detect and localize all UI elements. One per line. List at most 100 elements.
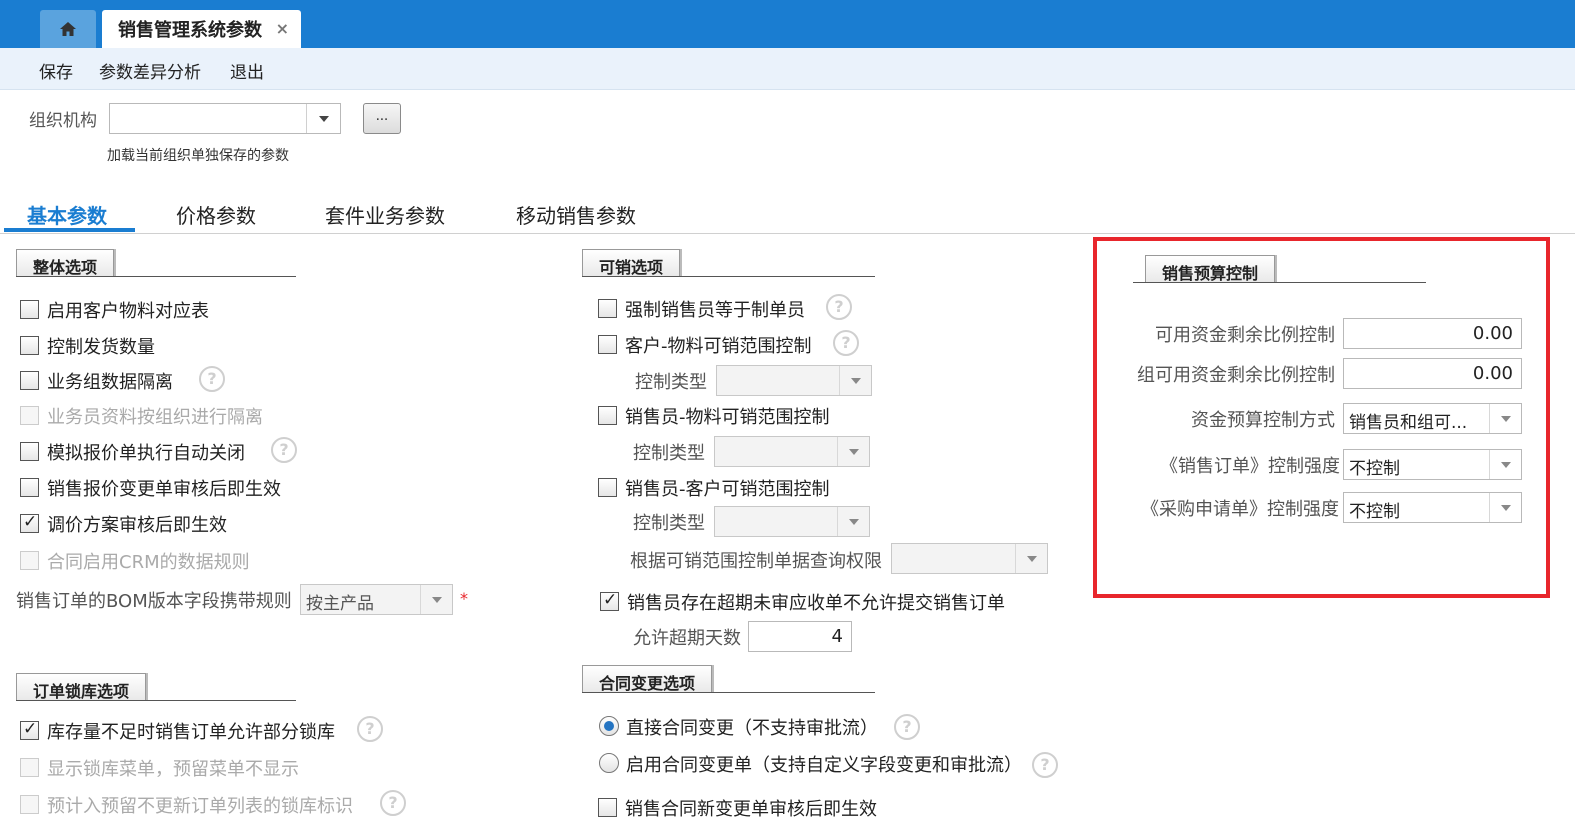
checkbox-reserve-lock-flag xyxy=(20,795,39,814)
checkbox-label: 启用客户物料对应表 xyxy=(47,301,209,322)
checkbox-label: 销售员存在超期未审应收单不允许提交销售订单 xyxy=(627,593,1005,614)
home-tab[interactable] xyxy=(40,10,96,48)
help-icon[interactable]: ? xyxy=(199,366,225,392)
checkbox-overdue-block[interactable]: ✓ xyxy=(600,590,619,611)
sales-order-strength-select[interactable]: 不控制 xyxy=(1343,449,1522,480)
save-button[interactable]: 保存 xyxy=(39,58,73,83)
purchase-request-strength-select[interactable]: 不控制 xyxy=(1343,492,1522,523)
checkbox-label: 销售员-客户可销范围控制 xyxy=(625,479,830,500)
query-perm-label: 根据可销范围控制单据查询权限 xyxy=(630,551,882,572)
checkbox-label: 销售合同新变更单审核后即生效 xyxy=(625,799,877,820)
checkbox-partial-lock[interactable]: ✓ xyxy=(20,719,39,740)
radio-enable-change-bill[interactable] xyxy=(599,753,619,773)
checkbox-customer-material[interactable] xyxy=(20,300,39,319)
section-budget-title: 销售预算控制 xyxy=(1145,255,1276,283)
query-perm-select xyxy=(891,543,1048,574)
checkbox-label: 客户-物料可销范围控制 xyxy=(625,336,812,357)
budget-method-value: 销售员和组可... xyxy=(1349,413,1468,433)
checkbox-label: 预计入预留不更新订单列表的锁库标识 xyxy=(47,796,353,817)
tab-mobile-params[interactable]: 移动销售参数 xyxy=(516,200,636,229)
diff-analysis-button[interactable]: 参数差异分析 xyxy=(99,58,201,83)
bom-rule-value: 按主产品 xyxy=(306,594,374,614)
section-salable-title: 可销选项 xyxy=(582,249,681,277)
checkbox-salesman-material-scope[interactable] xyxy=(598,406,617,425)
tab-basic-params[interactable]: 基本参数 xyxy=(27,200,107,229)
chevron-down-icon xyxy=(420,585,452,614)
check-icon: ✓ xyxy=(23,719,38,739)
checkbox-contract-change-effective[interactable] xyxy=(598,798,617,817)
active-tab-indicator xyxy=(4,228,135,232)
overdue-days-label: 允许超期天数 xyxy=(633,628,741,649)
chevron-down-icon[interactable] xyxy=(1489,493,1521,522)
check-icon: ✓ xyxy=(603,590,618,610)
section-salable: 可销选项 xyxy=(582,249,875,277)
home-icon xyxy=(60,22,76,36)
overdue-days-input[interactable]: 4 xyxy=(748,621,852,652)
budget-label-purchase-request: 《采购申请单》控制强度 xyxy=(1141,499,1339,520)
checkbox-price-plan-effective[interactable]: ✓ xyxy=(20,512,39,533)
help-icon[interactable]: ? xyxy=(826,294,852,320)
control-type-label: 控制类型 xyxy=(633,443,705,464)
tab-price-params[interactable]: 价格参数 xyxy=(176,200,256,229)
budget-label-method: 资金预算控制方式 xyxy=(1191,410,1335,431)
help-icon[interactable]: ? xyxy=(271,437,297,463)
control-type-select-2 xyxy=(714,436,870,467)
help-icon[interactable]: ? xyxy=(357,716,383,742)
checkbox-label: 业务员资料按组织进行隔离 xyxy=(47,407,263,428)
checkbox-quote-change-effective[interactable] xyxy=(20,478,39,497)
radio-label: 直接合同变更（不支持审批流） xyxy=(626,718,878,739)
org-label: 组织机构 xyxy=(29,111,97,131)
checkbox-label: 控制发货数量 xyxy=(47,337,155,358)
org-browse-button[interactable]: ... xyxy=(363,103,401,134)
checkbox-label: 显示锁库菜单，预留菜单不显示 xyxy=(47,759,299,780)
help-icon[interactable]: ? xyxy=(1032,752,1058,778)
section-contract-title: 合同变更选项 xyxy=(582,665,713,693)
checkbox-force-salesman[interactable] xyxy=(598,299,617,318)
group-ratio-input[interactable]: 0.00 xyxy=(1343,358,1522,389)
budget-label-sales-order: 《销售订单》控制强度 xyxy=(1160,456,1340,477)
sales-order-strength-value: 不控制 xyxy=(1349,459,1400,479)
tab-kit-params[interactable]: 套件业务参数 xyxy=(325,200,445,229)
budget-method-select[interactable]: 销售员和组可... xyxy=(1343,403,1522,434)
tab-sales-params[interactable]: 销售管理系统参数 × xyxy=(102,10,301,48)
checkbox-salesman-isolation xyxy=(20,406,39,425)
help-icon[interactable]: ? xyxy=(380,790,406,816)
bom-rule-select: 按主产品 xyxy=(300,584,453,615)
chevron-down-icon xyxy=(837,437,869,466)
checkbox-show-lock-menu xyxy=(20,758,39,777)
control-type-select-3 xyxy=(714,506,870,537)
help-icon[interactable]: ? xyxy=(833,330,859,356)
checkbox-customer-material-scope[interactable] xyxy=(598,335,617,354)
control-type-label: 控制类型 xyxy=(633,513,705,534)
budget-label-group-ratio: 组可用资金剩余比例控制 xyxy=(1137,365,1335,386)
toolbar: 保存 参数差异分析 退出 xyxy=(0,48,1575,90)
checkbox-label: 模拟报价单执行自动关闭 xyxy=(47,443,245,464)
exit-button[interactable]: 退出 xyxy=(230,58,264,83)
chevron-down-icon[interactable] xyxy=(1489,450,1521,479)
section-budget: 销售预算控制 xyxy=(1133,255,1426,283)
close-tab-icon[interactable]: × xyxy=(276,19,289,38)
checkbox-group-isolation[interactable] xyxy=(20,371,39,390)
chevron-down-icon xyxy=(1015,544,1047,573)
org-select[interactable] xyxy=(109,103,341,134)
section-lock: 订单锁库选项 xyxy=(16,673,296,701)
section-lock-title: 订单锁库选项 xyxy=(16,673,147,701)
checkbox-auto-close-quote[interactable] xyxy=(20,442,39,461)
tab-title: 销售管理系统参数 xyxy=(118,20,262,41)
checkbox-label: 业务组数据隔离 xyxy=(47,372,173,393)
chevron-down-icon[interactable] xyxy=(1489,404,1521,433)
available-ratio-input[interactable]: 0.00 xyxy=(1343,318,1522,349)
section-contract: 合同变更选项 xyxy=(582,665,875,693)
section-overall: 整体选项 xyxy=(16,249,296,277)
checkbox-label: 合同启用CRM的数据规则 xyxy=(47,552,250,573)
section-overall-title: 整体选项 xyxy=(16,249,115,277)
checkbox-label: 销售员-物料可销范围控制 xyxy=(625,407,830,428)
control-type-select-1 xyxy=(716,365,872,396)
radio-direct-change[interactable] xyxy=(599,716,619,736)
budget-label-available-ratio: 可用资金剩余比例控制 xyxy=(1155,325,1335,346)
chevron-down-icon[interactable] xyxy=(306,104,340,133)
checkbox-control-shipment[interactable] xyxy=(20,336,39,355)
help-icon[interactable]: ? xyxy=(894,714,920,740)
checkbox-salesman-customer-scope[interactable] xyxy=(598,478,617,497)
checkbox-label: 强制销售员等于制单员 xyxy=(625,300,805,321)
